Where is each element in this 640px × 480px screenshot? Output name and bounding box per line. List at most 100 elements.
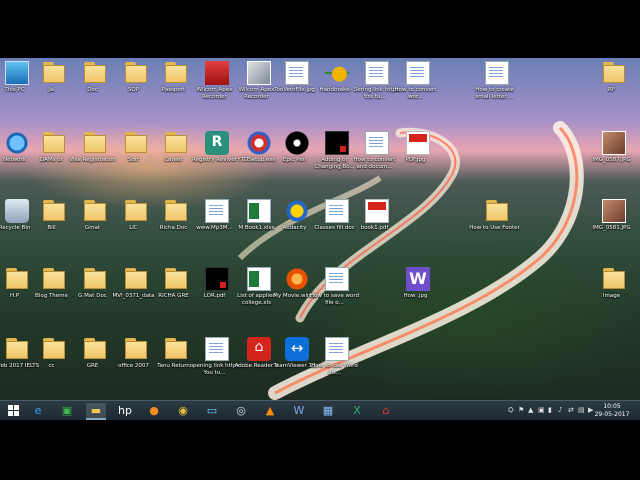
adobe-reader-icon [247, 337, 271, 361]
folder-icon [124, 337, 148, 361]
word-icon [406, 267, 430, 291]
winrar-icon [205, 61, 229, 85]
desktop-icon-label: IMG_0587.JPG [592, 157, 631, 163]
desktop-icon[interactable]: How to use Word als... [311, 337, 359, 376]
clock-time: 10:05 [603, 403, 621, 410]
desktop-icon[interactable]: RF [592, 61, 636, 94]
folder-icon [42, 337, 66, 361]
tray-icon[interactable]: ♪ [558, 406, 562, 414]
folder-icon [5, 267, 29, 291]
store-icon[interactable]: ▣ [57, 403, 77, 418]
desktop-icon-label: Image [602, 293, 621, 299]
excel-icon[interactable]: X [347, 403, 367, 418]
image-icon [602, 131, 626, 155]
video-icon [205, 267, 229, 291]
tray-icon[interactable]: ▲ [528, 406, 533, 414]
handbrake-icon [325, 61, 349, 85]
desktop-icon[interactable]: opening link https You tu... [190, 337, 239, 376]
desktop-icon[interactable]: How to save word file o... [310, 267, 359, 306]
desktop-icon-label: How to create small letter ... [475, 87, 514, 100]
folder-icon [83, 337, 107, 361]
network-icon [5, 131, 29, 155]
video-icon [365, 131, 389, 155]
desktop-icon-label: How to save word file o... [309, 293, 360, 306]
folder-icon [164, 199, 188, 223]
folder-icon [83, 131, 107, 155]
file-explorer-icon[interactable]: ▬ [86, 403, 106, 420]
folder-icon [485, 199, 509, 223]
obs-icon[interactable]: ◎ [231, 403, 251, 418]
folder-icon [5, 337, 29, 361]
desktop-icon-label: How .jpg [403, 293, 428, 299]
desktop-icon[interactable]: IMG_0581.JPG [592, 199, 636, 232]
tray-icon[interactable]: ▮ [548, 406, 552, 414]
folder-icon [602, 267, 626, 291]
tray-icon[interactable]: ⇄ [568, 406, 574, 414]
tray-icon[interactable]: ▣ [538, 406, 545, 414]
epic-pen-icon [285, 131, 309, 155]
tray-icon[interactable]: ⚑ [518, 406, 524, 414]
clock[interactable]: 10:05 29-05-2017 [592, 403, 632, 418]
video-icon [325, 131, 349, 155]
desktop-icon[interactable]: How to Use Footer [469, 199, 520, 232]
internet-explorer-icon[interactable]: e [28, 403, 48, 418]
folder-icon [83, 199, 107, 223]
ytd-setup-icon [247, 131, 271, 155]
shortcut-icon [365, 61, 389, 85]
paint-icon[interactable]: ▦ [318, 403, 338, 418]
desktop-icon[interactable]: How .jpg [396, 267, 440, 300]
desktop[interactable]: This PC Jai Doc SOP Passport Wilcom Apex Reco… [0, 58, 640, 400]
chrome-icon[interactable]: ◉ [173, 403, 193, 418]
clock-date: 29-05-2017 [594, 410, 630, 418]
folder-icon [42, 131, 66, 155]
audacity-icon [285, 199, 309, 223]
document-icon [485, 61, 509, 85]
desktop-icon[interactable]: book1.pdf [355, 199, 399, 232]
pdf-icon [406, 131, 430, 155]
tray-icon[interactable]: ▤ [578, 406, 585, 414]
pdf-icon [365, 199, 389, 223]
folder-icon [164, 131, 188, 155]
file-icon [285, 61, 309, 85]
hp-icon[interactable]: hp [115, 403, 135, 418]
shortcut-icon [205, 337, 229, 361]
desktop-icon[interactable]: IMG_0587.JPG [592, 131, 636, 164]
folder-icon [164, 337, 188, 361]
firefox-icon[interactable]: ● [144, 403, 164, 418]
folder-icon [164, 267, 188, 291]
desktop-icon-label: book1.pdf [360, 225, 389, 231]
document-icon [205, 199, 229, 223]
desktop-icon[interactable]: How to convert wor... [395, 61, 440, 100]
folder-icon [124, 267, 148, 291]
movie-icon [285, 267, 309, 291]
windows-logo-icon [7, 405, 19, 416]
folder-icon [164, 61, 188, 85]
acrobat-icon[interactable]: ⌂ [376, 403, 396, 418]
desktop-icon-label: How to convert wor... [394, 87, 437, 100]
start-button[interactable] [3, 403, 23, 418]
document-icon [325, 199, 349, 223]
document-icon [325, 337, 349, 361]
desktop-icon[interactable]: How to convert and docum... [354, 131, 399, 170]
desktop-icon[interactable]: How to create small letter ... [475, 61, 519, 100]
desktop-icon[interactable]: PDF.jpg [396, 131, 440, 164]
registry-reviver-icon [205, 131, 229, 155]
setup-icon [247, 61, 271, 85]
folder-icon [42, 61, 66, 85]
folder-icon [124, 199, 148, 223]
excel-icon [247, 267, 271, 291]
teamviewer-icon [285, 337, 309, 361]
recycle-bin-icon [5, 199, 29, 223]
folder-icon [124, 131, 148, 155]
image-icon [602, 199, 626, 223]
folder-icon [124, 61, 148, 85]
desktop-icon[interactable]: Image [592, 267, 636, 300]
folder-icon [42, 267, 66, 291]
remote-desktop-icon[interactable]: ▭ [202, 403, 222, 418]
tray-icon[interactable]: ⛭ [508, 406, 514, 415]
vlc-icon[interactable]: ▲ [260, 403, 280, 418]
desktop-icon-label: PDF.jpg [405, 157, 426, 163]
excel-icon [247, 199, 271, 223]
desktop-icon-label: How to Use Footer [469, 225, 520, 231]
word-icon[interactable]: W [289, 403, 309, 418]
